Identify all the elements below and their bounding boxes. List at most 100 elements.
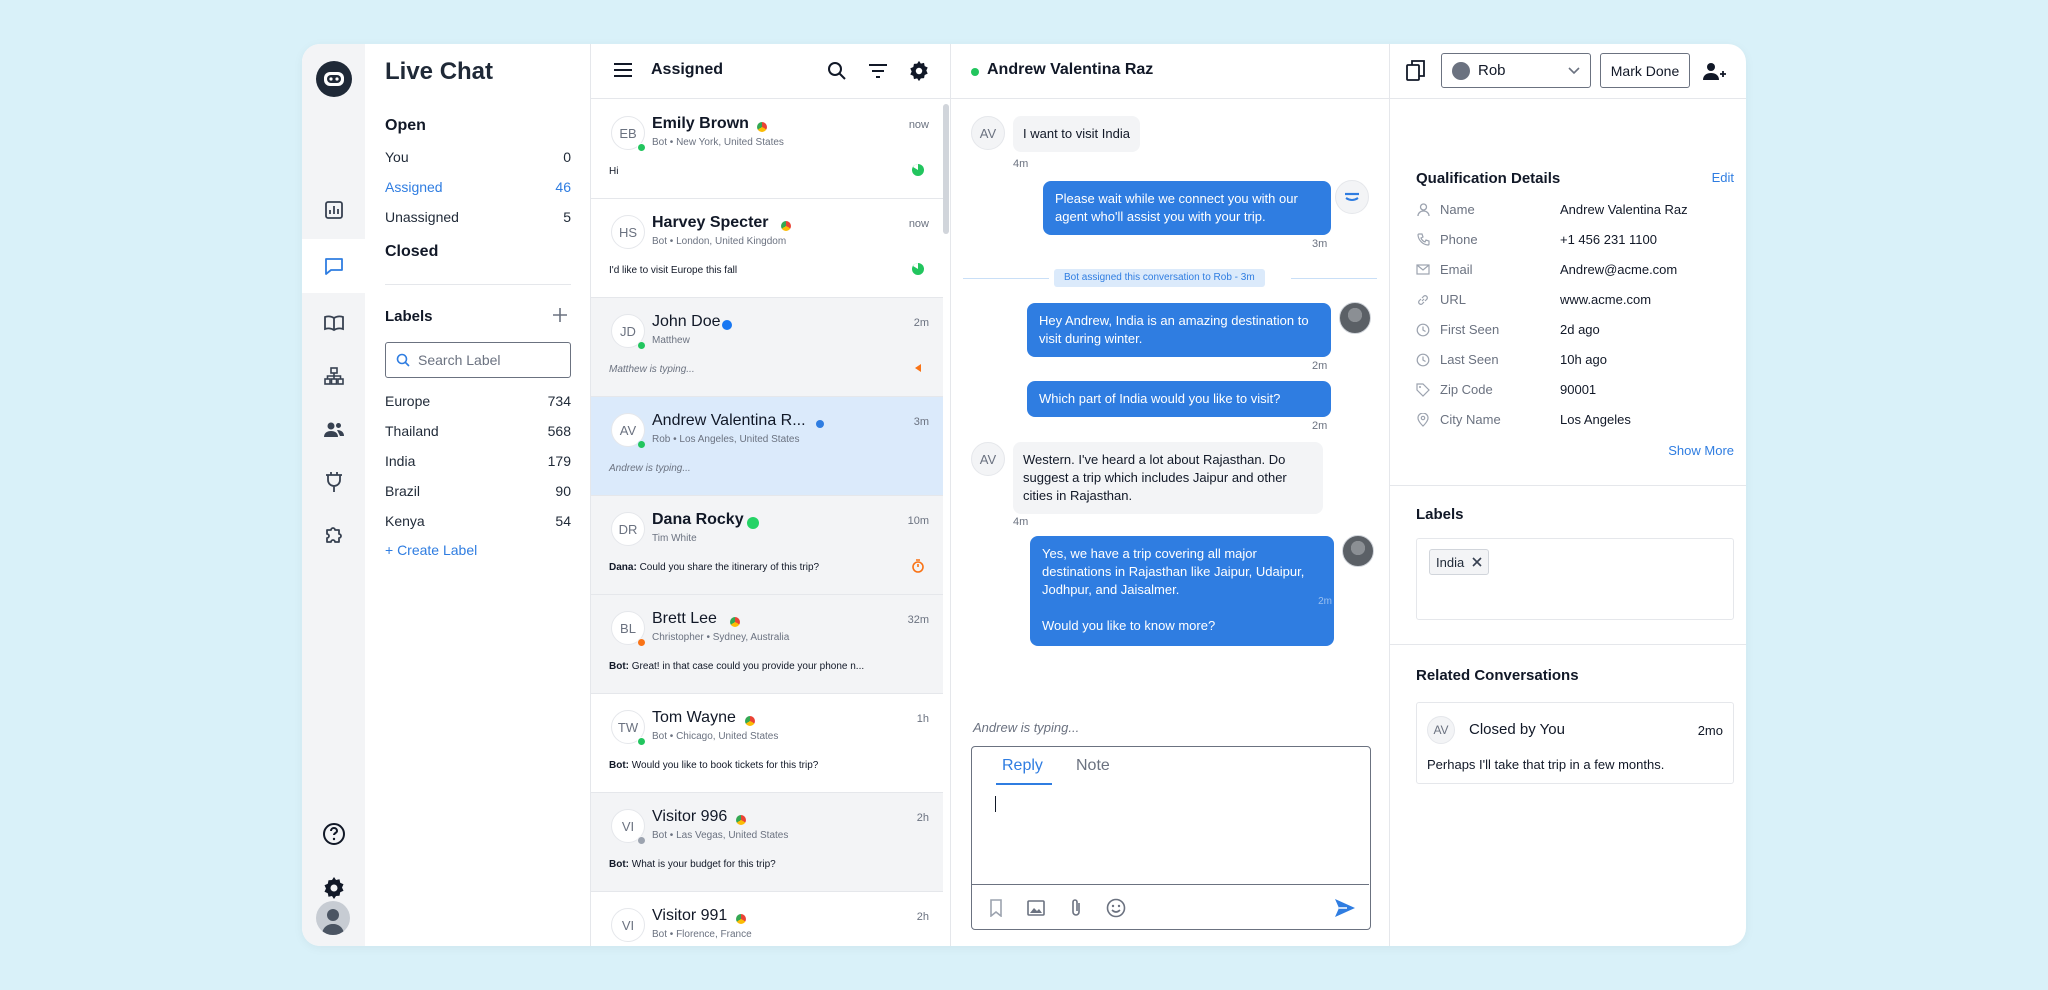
conversation-item[interactable]: HS Harvey Specter Bot • London, United K… [591,199,943,298]
chat-nav[interactable] [302,239,365,293]
list-settings-icon[interactable] [908,60,930,87]
presence-dot [637,737,646,746]
flows-nav[interactable] [302,349,365,403]
message-preview: Andrew is typing... [609,463,691,474]
chevron-down-icon [1568,67,1580,75]
plug-icon [325,472,342,492]
labels-section-title: Labels [385,308,433,325]
chrome-icon [781,221,791,231]
tab-note[interactable]: Note [1076,757,1110,775]
emoji-icon[interactable] [1106,898,1126,918]
message-preview: Matthew is typing... [609,364,695,375]
closed-section-title[interactable]: Closed [385,243,438,261]
create-label-link[interactable]: + Create Label [385,542,477,558]
agent-avatar [1339,302,1371,334]
avatar: AV [1427,716,1455,744]
copy-icon[interactable] [1405,59,1427,88]
sitemap-icon [323,367,344,385]
nav-rail [302,44,365,946]
filter-icon[interactable] [868,63,888,84]
apps-nav[interactable] [302,508,365,562]
mark-done-button[interactable]: Mark Done [1600,53,1690,88]
show-more-link[interactable]: Show More [1668,443,1734,458]
add-label-icon[interactable] [551,306,569,329]
link-icon [1416,293,1430,307]
assignee-dropdown[interactable]: Rob [1441,53,1591,88]
conversation-item-selected[interactable]: AV Andrew Valentina R... Rob • Los Angel… [591,397,943,496]
assign-user-icon[interactable] [1703,61,1727,86]
puzzle-icon [325,527,342,543]
presence-dot [637,440,646,449]
conversation-item[interactable]: VI Visitor 996 Bot • Las Vegas, United S… [591,793,943,892]
gear-icon [324,877,343,899]
agent-message: Hey Andrew, India is an amazing destinat… [1027,303,1331,357]
conversation-item[interactable]: VI Visitor 991 Bot • Florence, France 2h [591,892,943,946]
attachment-icon[interactable] [1066,898,1086,918]
contacts-nav[interactable] [302,402,365,456]
label-item-brazil[interactable]: Brazil 90 [385,483,571,499]
menu-icon[interactable] [613,62,633,83]
message-time: 4m [1013,516,1029,528]
progress-icon [912,263,924,275]
knowledge-nav[interactable] [302,296,365,350]
typing-indicator: Andrew is typing... [973,720,1080,735]
label-item-india[interactable]: India 179 [385,453,571,469]
detail-row-url: URL www.acme.com [1416,292,1726,307]
conversation-item[interactable]: TW Tom Wayne Bot • Chicago, United State… [591,694,943,793]
priority-icon [915,364,921,372]
detail-row-phone: Phone +1 456 231 1100 [1416,232,1726,247]
label-search-field[interactable] [385,342,571,378]
conversation-item[interactable]: BL Brett Lee Christopher • Sydney, Austr… [591,595,943,694]
timestamp: 2h [916,911,929,923]
message-preview: Dana: Could you share the itinerary of t… [609,562,820,573]
book-icon [323,315,344,332]
active-tab-indicator [996,783,1052,785]
phone-icon [1416,233,1430,247]
conversation-item[interactable]: DR Dana Rocky Tim White 10m Dana: Could … [591,496,943,595]
related-conversation-card[interactable]: AV Closed by You 2mo Perhaps I'll take t… [1416,702,1734,784]
label-item-kenya[interactable]: Kenya 54 [385,513,571,529]
user-avatar[interactable] [316,901,350,935]
message-preview: Bot: Would you like to book tickets for … [609,760,819,771]
conversation-item[interactable]: JD John Doe Matthew 2m Matthew is typing… [591,298,943,397]
edit-link[interactable]: Edit [1712,170,1734,185]
label-item-europe[interactable]: Europe 734 [385,393,571,409]
app-window: Live Chat Open You 0 Assigned 46 Unassigne… [302,44,1746,946]
labels-field[interactable]: India [1416,538,1734,620]
inbox-item-unassigned[interactable]: Unassigned 5 [385,209,571,225]
bookmark-icon[interactable] [986,898,1006,918]
close-icon[interactable] [1472,557,1482,567]
related-time: 2mo [1697,723,1723,738]
search-icon[interactable] [827,61,847,86]
reply-input[interactable] [995,796,996,812]
agent-message: Yes, we have a trip covering all major d… [1030,536,1334,646]
image-icon[interactable] [1026,898,1046,918]
reports-nav[interactable] [302,183,365,237]
message-time: 3m [1312,238,1328,250]
label-search-input[interactable] [418,352,558,368]
open-section-title[interactable]: Open [385,117,426,135]
presence-dot [637,341,646,350]
chrome-icon [736,815,746,825]
contact-name: Andrew Valentina R... [652,412,806,429]
labels-title: Labels [1416,506,1464,523]
customer-avatar: AV [971,442,1005,476]
contact-meta: Bot • New York, United States [652,137,784,148]
bot-logo-icon [316,61,352,97]
inbox-item-you[interactable]: You 0 [385,149,571,165]
send-icon[interactable] [1334,898,1356,918]
list-scrollbar[interactable] [943,104,949,234]
integrations-nav[interactable] [302,455,365,509]
help-nav[interactable] [302,807,365,861]
message-preview: Hi [609,166,619,177]
avatar: HS [611,215,645,249]
timestamp: 2m [913,317,929,329]
tab-reply[interactable]: Reply [1002,757,1043,775]
presence-dot [637,638,646,647]
timestamp: now [908,218,929,230]
whatsapp-icon [747,517,759,529]
conversation-item[interactable]: EB Emily Brown Bot • New York, United St… [591,100,943,199]
inbox-item-assigned[interactable]: Assigned 46 [385,179,571,195]
incoming-message: I want to visit India [1013,116,1140,152]
label-item-thailand[interactable]: Thailand 568 [385,423,571,439]
